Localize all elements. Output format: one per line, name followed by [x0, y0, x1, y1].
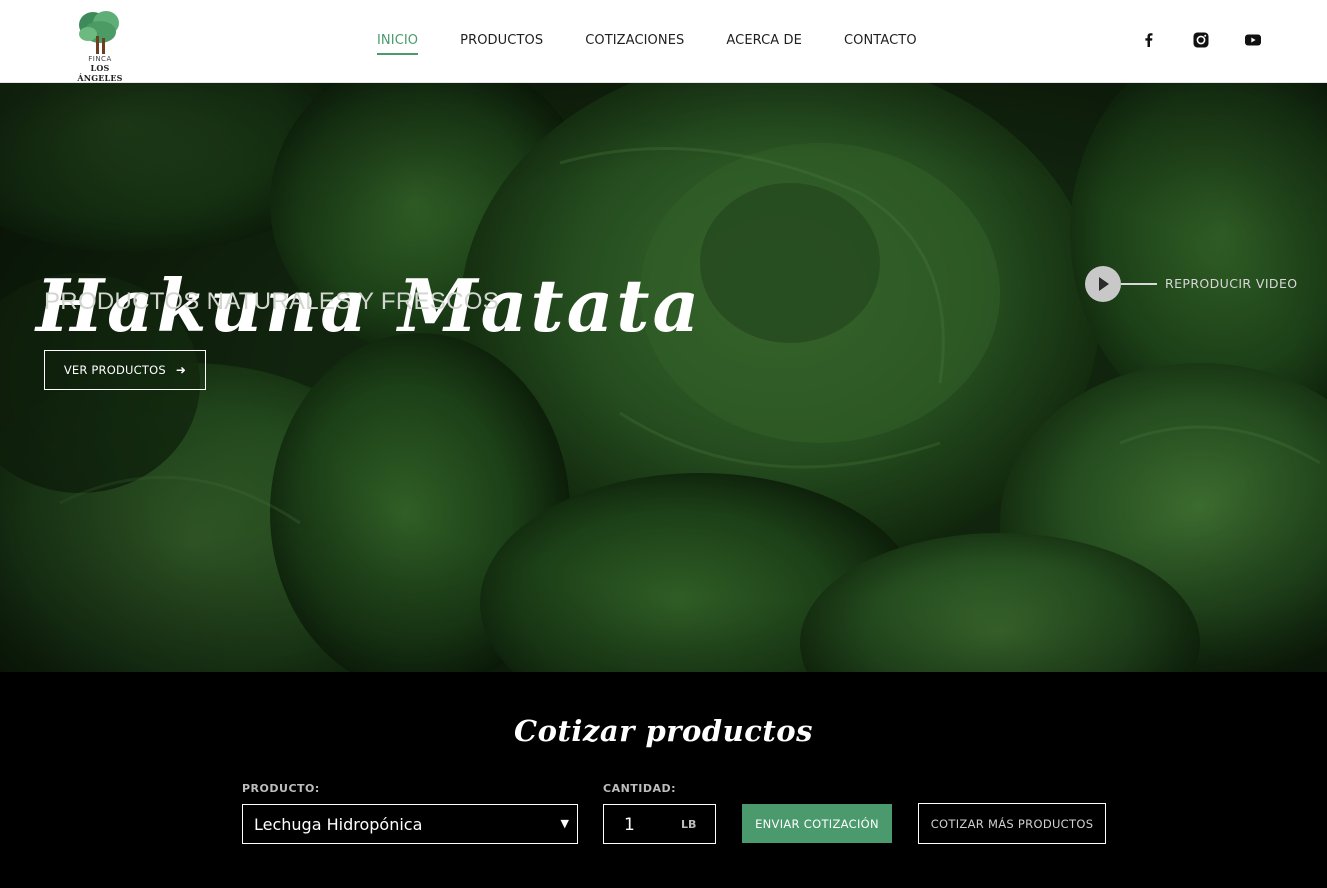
- site-header: FINCA LOS ÁNGELES INICIO PRODUCTOS COTIZ…: [0, 0, 1327, 83]
- nav-item-acerca-de[interactable]: ACERCA DE: [726, 33, 802, 48]
- quantity-unit: LB: [681, 818, 697, 831]
- nav-item-productos[interactable]: PRODUCTOS: [460, 33, 543, 48]
- hero-subtitle: PRODUCTOS NATURALES Y FRESCOS: [44, 288, 500, 315]
- ver-productos-label: VER PRODUCTOS: [63, 363, 166, 377]
- facebook-icon[interactable]: [1140, 31, 1158, 49]
- cotizar-mas-productos-button[interactable]: COTIZAR MÁS PRODUCTOS: [918, 803, 1106, 844]
- enviar-cotizacion-button[interactable]: ENVIAR COTIZACIÓN: [742, 804, 892, 843]
- quote-title: Cotizar productos: [514, 714, 813, 748]
- hero-banner: Hakuna Matata PRODUCTOS NATURALES Y FRES…: [0, 83, 1327, 672]
- instagram-icon[interactable]: [1192, 31, 1210, 49]
- logo-finca-text: FINCA: [88, 55, 112, 63]
- video-player-link[interactable]: REPRODUCIR VIDEO: [1085, 266, 1305, 302]
- main-nav: INICIO PRODUCTOS COTIZACIONES ACERCA DE …: [377, 33, 959, 55]
- quantity-label: CANTIDAD:: [603, 782, 677, 795]
- tree-logo-icon: [79, 11, 119, 54]
- arrow-right-icon: ➜: [175, 363, 187, 377]
- reproducir-video-label[interactable]: REPRODUCIR VIDEO: [1165, 276, 1298, 291]
- product-select-value: Lechuga Hidropónica: [254, 814, 423, 834]
- logo-name-text: LOS ÁNGELES: [77, 63, 123, 83]
- play-connector-line: [1121, 283, 1157, 285]
- youtube-icon[interactable]: [1244, 31, 1262, 49]
- play-icon[interactable]: [1085, 266, 1121, 302]
- product-label: PRODUCTO:: [242, 782, 320, 795]
- product-select[interactable]: Lechuga Hidropónica ▼: [242, 804, 578, 844]
- finca-logo[interactable]: FINCA LOS ÁNGELES: [68, 8, 132, 83]
- nav-item-cotizaciones[interactable]: COTIZACIONES: [585, 33, 684, 48]
- quantity-field[interactable]: 1 LB: [603, 804, 716, 844]
- quote-section: Cotizar productos PRODUCTO: Lechuga Hidr…: [0, 672, 1327, 888]
- quantity-value[interactable]: 1: [624, 815, 635, 835]
- ver-productos-button[interactable]: VER PRODUCTOS ➜: [44, 350, 206, 390]
- nav-item-contacto[interactable]: CONTACTO: [844, 33, 917, 48]
- chevron-down-icon: ▼: [560, 817, 569, 830]
- nav-item-inicio[interactable]: INICIO: [377, 33, 419, 55]
